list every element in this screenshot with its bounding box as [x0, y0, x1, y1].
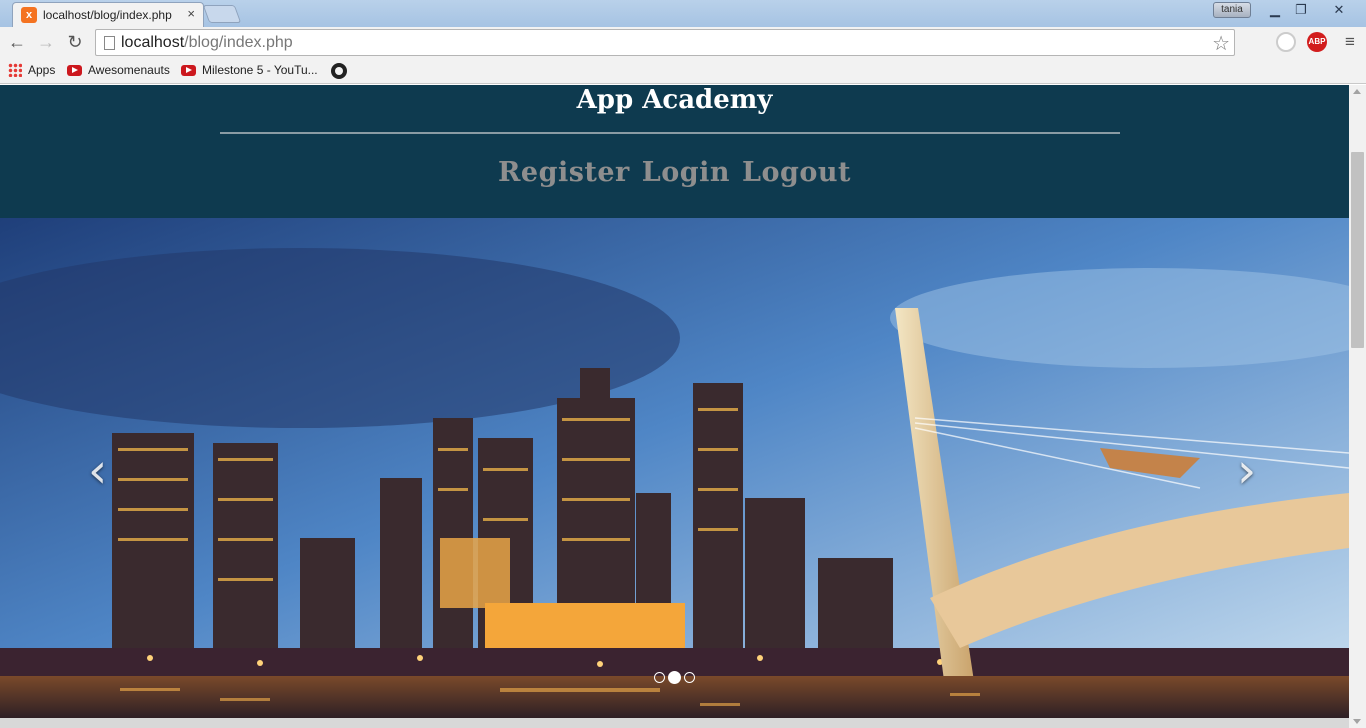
page-icon [104, 36, 115, 50]
bookmarks-bar: Apps Awesomenauts Milestone 5 - YouTu... [0, 58, 1366, 84]
menu-hamburger-icon[interactable]: ≡ [1339, 31, 1361, 53]
apps-grid-icon [8, 63, 22, 77]
carousel-next-arrow-icon[interactable]: › [1237, 443, 1256, 499]
page-scrollbar[interactable] [1349, 85, 1366, 728]
back-icon[interactable]: ← [6, 31, 28, 53]
logout-link[interactable]: Logout [742, 157, 851, 188]
profile-badge[interactable]: tania [1213, 2, 1251, 18]
scroll-down-icon[interactable] [1353, 719, 1361, 724]
page-viewport: App Academy Register Login Logout ‹ › [0, 85, 1349, 728]
url-text[interactable]: localhost/blog/index.php [121, 34, 293, 52]
scrollbar-thumb[interactable] [1351, 152, 1364, 348]
site-title: App Academy [576, 85, 773, 115]
forward-icon[interactable]: → [35, 31, 57, 53]
github-icon [331, 63, 347, 79]
new-tab-button[interactable] [202, 5, 242, 23]
carousel-indicator[interactable] [684, 672, 695, 683]
browser-toolbar: ← → ↻ localhost/blog/index.php ☆ ABP ≡ [0, 27, 1366, 58]
login-link[interactable]: Login [642, 157, 730, 188]
site-nav: Register Login Logout [0, 157, 1349, 188]
carousel-indicator[interactable] [654, 672, 665, 683]
tab-close-icon[interactable]: × [187, 6, 195, 21]
youtube-icon [67, 64, 82, 76]
tab-title: localhost/blog/index.php [43, 8, 172, 22]
browser-titlebar: x localhost/blog/index.php × tania ▁ ❐ ✕ [0, 0, 1366, 27]
scroll-up-icon[interactable] [1353, 89, 1361, 94]
reload-icon[interactable]: ↻ [64, 31, 86, 53]
adblock-plus-icon[interactable]: ABP [1307, 32, 1327, 52]
carousel-prev-arrow-icon[interactable]: ‹ [88, 443, 107, 499]
address-bar[interactable]: localhost/blog/index.php ☆ [95, 29, 1235, 56]
restore-icon[interactable]: ❐ [1288, 1, 1314, 20]
youtube-icon [181, 64, 196, 76]
bookmark-star-icon[interactable]: ☆ [1212, 31, 1230, 56]
extension-circle-icon[interactable] [1276, 32, 1296, 52]
site-header: App Academy Register Login Logout [0, 85, 1349, 218]
bookmark-milestone-5[interactable]: Milestone 5 - YouTu... [181, 63, 318, 77]
carousel-indicator-active[interactable] [668, 671, 681, 684]
city-skyline-image [0, 218, 1349, 728]
xampp-favicon-icon: x [21, 7, 37, 23]
header-divider [220, 132, 1120, 134]
bookmark-apps[interactable]: Apps [8, 63, 55, 77]
carousel-indicators [654, 671, 695, 684]
bookmark-awesomenauts[interactable]: Awesomenauts [67, 63, 170, 77]
browser-tab-active[interactable]: x localhost/blog/index.php × [12, 2, 204, 27]
minimize-icon[interactable]: ▁ [1262, 1, 1288, 20]
close-window-icon[interactable]: ✕ [1326, 1, 1352, 20]
register-link[interactable]: Register [498, 157, 630, 188]
bookmark-github[interactable] [331, 63, 347, 79]
image-carousel: ‹ › [0, 218, 1349, 728]
